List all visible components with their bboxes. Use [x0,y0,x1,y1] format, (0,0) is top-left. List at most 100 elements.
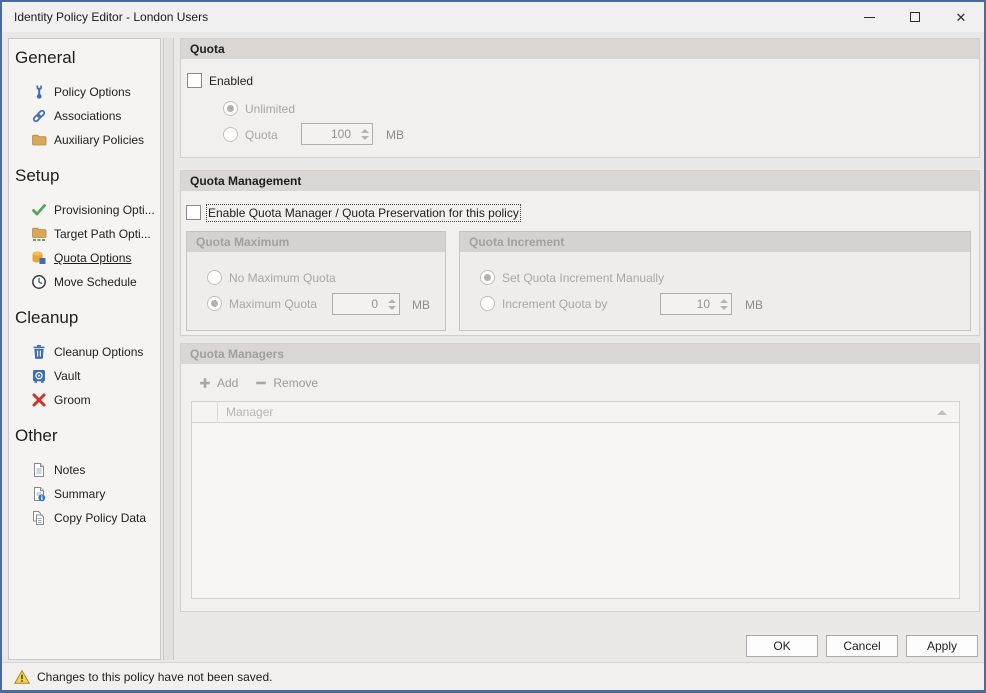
sidebar-item-label: Notes [54,463,85,477]
spinner-arrows-icon[interactable] [716,294,731,314]
maximum-quota-label: Maximum Quota [229,297,317,311]
sidebar-item-label: Groom [54,393,91,407]
sidebar-item-policy-options[interactable]: Policy Options [9,80,160,104]
enable-quota-manager-checkbox[interactable] [186,205,201,220]
manager-column-header[interactable]: Manager [218,402,959,422]
quota-amount-label: Quota [245,128,278,142]
sidebar-section-general: General [9,48,160,68]
quota-unit-label: MB [386,128,404,142]
sidebar-item-quota-options[interactable]: Quota Options [9,246,160,270]
set-increment-manually-row: Set Quota Increment Manually [480,270,664,285]
sidebar-item-auxiliary-policies[interactable]: Auxiliary Policies [9,128,160,152]
managers-table: Manager [191,401,960,599]
minimize-button[interactable] [846,2,892,32]
spinner-arrows-icon[interactable] [357,124,372,144]
quota-amount-radio[interactable] [223,127,238,142]
maximize-icon [910,12,920,22]
status-bar: Changes to this policy have not been sav… [2,662,984,690]
status-message: Changes to this policy have not been sav… [37,670,273,684]
sidebar-section-setup: Setup [9,166,160,186]
sidebar-item-cleanup-options[interactable]: Cleanup Options [9,340,160,364]
set-increment-manually-radio[interactable] [480,270,495,285]
maximum-quota-radio[interactable] [207,296,222,311]
minimize-icon [864,17,875,18]
no-maximum-quota-label: No Maximum Quota [229,271,336,285]
sidebar-section-cleanup: Cleanup [9,308,160,328]
close-button[interactable]: ✕ [938,2,984,32]
no-maximum-quota-radio[interactable] [207,270,222,285]
sidebar-item-copy-policy-data[interactable]: Copy Policy Data [9,506,160,530]
quota-increment-subgroup: Quota Increment Set Quota Increment Manu… [459,231,971,331]
increment-quota-by-row: Increment Quota by [480,296,607,311]
quota-enabled-checkbox[interactable] [187,73,202,88]
add-manager-button[interactable]: Add [198,376,238,390]
sidebar-item-associations[interactable]: Associations [9,104,160,128]
quota-unlimited-row: Unlimited [223,101,295,116]
window-title: Identity Policy Editor - London Users [2,10,208,24]
sidebar-item-label: Summary [54,487,105,501]
maximum-quota-spinner[interactable]: 0 [332,293,400,315]
spinner-arrows-icon[interactable] [384,294,399,314]
sidebar-splitter[interactable] [163,38,174,660]
sidebar-item-move-schedule[interactable]: Move Schedule [9,270,160,294]
sidebar-section-other: Other [9,426,160,446]
sidebar-item-groom[interactable]: Groom [9,388,160,412]
red-x-icon [31,392,47,408]
remove-manager-button[interactable]: Remove [254,376,318,390]
increment-quota-unit-label: MB [745,298,763,312]
maximize-button[interactable] [892,2,938,32]
sidebar-item-vault[interactable]: Vault [9,364,160,388]
cancel-button[interactable]: Cancel [826,635,898,657]
quota-amount-spinner[interactable]: 100 [301,123,373,145]
sidebar-item-label: Quota Options [54,251,131,265]
quota-maximum-header: Quota Maximum [187,232,445,252]
increment-quota-by-label: Increment Quota by [502,297,607,311]
summary-icon [31,486,47,502]
quota-maximum-subgroup: Quota Maximum No Maximum Quota Maximum Q… [186,231,446,331]
quota-enabled-label: Enabled [209,74,253,88]
folder-icon [31,132,47,148]
identity-policy-editor-window: Identity Policy Editor - London Users ✕ … [0,0,986,693]
sidebar-item-provisioning-options[interactable]: Provisioning Opti... [9,198,160,222]
sidebar-item-label: Auxiliary Policies [54,133,144,147]
managers-table-body [192,423,959,599]
managers-table-header: Manager [192,402,959,423]
sidebar-item-target-path-options[interactable]: Target Path Opti... [9,222,160,246]
no-maximum-quota-row: No Maximum Quota [207,270,336,285]
minus-icon [254,376,268,390]
maximum-quota-unit-label: MB [412,298,430,312]
quota-group-header: Quota [181,39,979,59]
ok-button[interactable]: OK [746,635,818,657]
enable-quota-manager-label: Enable Quota Manager / Quota Preservatio… [208,206,519,220]
quota-unlimited-radio[interactable] [223,101,238,116]
link-icon [31,108,47,124]
window-controls: ✕ [846,2,984,32]
sort-ascending-icon[interactable] [937,410,947,415]
folder-path-icon [31,226,47,242]
close-icon: ✕ [956,11,967,24]
row-selector-column [192,402,218,422]
increment-quota-spinner[interactable]: 10 [660,293,732,315]
quota-increment-header: Quota Increment [460,232,970,252]
copy-icon [31,510,47,526]
remove-manager-label: Remove [273,376,318,390]
managers-toolbar: Add Remove [198,376,318,390]
increment-quota-by-radio[interactable] [480,296,495,311]
sidebar-item-label: Cleanup Options [54,345,143,359]
vault-icon [31,368,47,384]
quota-group: Quota Enabled Unlimited Quota 100 MB [180,38,980,158]
quota-management-header: Quota Management [181,171,979,191]
sidebar-item-notes[interactable]: Notes [9,458,160,482]
sidebar-item-label: Move Schedule [54,275,137,289]
maximum-quota-row: Maximum Quota [207,296,317,311]
add-manager-label: Add [217,376,238,390]
sidebar-item-label: Vault [54,369,80,383]
quota-amount-value: 100 [302,127,357,141]
warning-icon [14,669,30,685]
clock-icon [31,274,47,290]
sidebar-item-summary[interactable]: Summary [9,482,160,506]
apply-button[interactable]: Apply [906,635,978,657]
quota-unlimited-label: Unlimited [245,102,295,116]
quota-managers-group: Quota Managers Add Remove Manager [180,343,980,612]
enable-quota-manager-row: Enable Quota Manager / Quota Preservatio… [186,205,519,220]
